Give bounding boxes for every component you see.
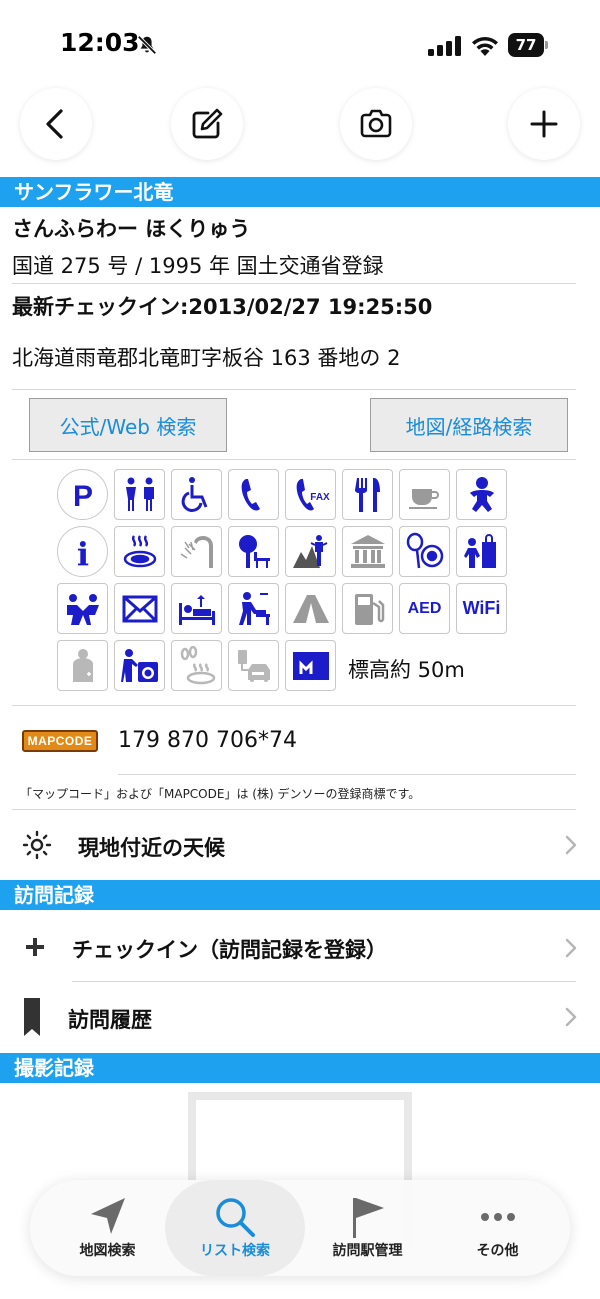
post-office-icon (114, 583, 165, 634)
last-checkin: 最新チェックイン:2013/02/27 19:25:50 (12, 295, 433, 319)
information-icon: i (57, 526, 108, 577)
location-arrow-icon (90, 1198, 125, 1234)
back-button[interactable] (20, 88, 92, 160)
elevation-text: 標高約 50m (348, 658, 465, 682)
chevron-right-icon (565, 835, 577, 855)
plus-icon (26, 938, 44, 956)
status-time: 12:03 (60, 28, 140, 57)
mapcode-value: 179 870 706*74 (118, 728, 297, 753)
parking-icon: P (57, 469, 108, 520)
tab-bar: 地図検索 リスト検索 訪問駅管理 その他 (30, 1180, 570, 1276)
flag-icon (352, 1198, 384, 1238)
svg-text:FAX: FAX (310, 492, 330, 503)
toolbar (0, 88, 600, 162)
laundry-icon (114, 640, 165, 691)
campground-icon (285, 583, 336, 634)
mapcode-logo: MAPCODE (22, 730, 98, 752)
visit-section-header: 訪問記録 (0, 880, 600, 910)
back-icon (46, 109, 63, 139)
battery-indicator: 77 (508, 33, 548, 57)
divider (12, 283, 576, 284)
station-name-bar: サンフラワー北竜 (0, 177, 600, 207)
sports-facility-icon (399, 526, 450, 577)
souvenir-shop-icon (456, 526, 507, 577)
ev-charger-icon (228, 640, 279, 691)
wifi-facility-icon: WiFi (456, 583, 507, 634)
add-button[interactable] (508, 88, 580, 160)
bookmark-icon (24, 998, 40, 1036)
visit-history-row[interactable]: 訪問履歴 (0, 984, 600, 1050)
restaurant-icon (342, 469, 393, 520)
study-room-icon (228, 583, 279, 634)
wheelchair-icon (171, 469, 222, 520)
rest-area-icon (57, 583, 108, 634)
status-bar: 12:03 77 (0, 0, 600, 90)
restroom-icon (114, 469, 165, 520)
map-route-search-button[interactable]: 地図/経路検索 (370, 398, 568, 452)
fax-icon: FAX (285, 469, 336, 520)
edit-icon (192, 108, 223, 139)
station-address: 北海道雨竜郡北竜町字板谷 163 番地の 2 (12, 346, 401, 370)
divider (72, 981, 576, 982)
museum-icon (342, 526, 393, 577)
park-icon (228, 526, 279, 577)
svg-text:i: i (76, 535, 88, 572)
aed-icon: AED (399, 583, 450, 634)
svg-text:P: P (72, 480, 92, 513)
wifi-icon (472, 36, 498, 56)
lodging-icon (171, 583, 222, 634)
checkin-row[interactable]: チェックイン（訪問記録を登録） (0, 912, 600, 980)
photo-section-header: 撮影記録 (0, 1053, 600, 1083)
tab-visit-management[interactable]: 訪問駅管理 (300, 1180, 435, 1276)
baby-room-icon (456, 469, 507, 520)
camera-button[interactable] (340, 88, 412, 160)
nursing-care-icon (57, 640, 108, 691)
battery-level: 77 (508, 33, 544, 57)
station-reading: さんふらわー ほくりゅう (12, 217, 251, 241)
divider (12, 809, 576, 810)
chevron-right-icon (565, 938, 577, 958)
weather-row[interactable]: 現地付近の天候 (0, 812, 600, 878)
station-route-info: 国道 275 号 / 1995 年 国土交通省登録 (12, 254, 384, 278)
divider (12, 459, 576, 460)
tab-map-search[interactable]: 地図検索 (40, 1180, 175, 1276)
tab-list-search[interactable]: リスト検索 (165, 1180, 305, 1276)
plus-icon (530, 110, 558, 138)
gas-station-icon (342, 583, 393, 634)
sun-icon (22, 830, 52, 860)
bell-off-icon (137, 35, 157, 55)
tab-other[interactable]: その他 (430, 1180, 565, 1276)
divider (118, 774, 576, 775)
divider (12, 705, 576, 706)
checkin-label: チェックイン（訪問記録を登録） (72, 938, 387, 962)
web-search-button[interactable]: 公式/Web 検索 (29, 398, 227, 452)
weather-label: 現地付近の天候 (78, 836, 225, 860)
hot-spring-icon (114, 526, 165, 577)
footbath-icon (171, 640, 222, 691)
visit-history-label: 訪問履歴 (68, 1008, 152, 1032)
mapcode-trademark-note: 「マップコード」および「MAPCODE」は (株) デンソーの登録商標です。 (20, 787, 421, 801)
telephone-icon (228, 469, 279, 520)
camera-icon (360, 109, 392, 138)
divider (12, 389, 576, 390)
shower-icon (171, 526, 222, 577)
cafe-icon (399, 469, 450, 520)
chevron-right-icon (565, 1007, 577, 1027)
mont-bell-icon (285, 640, 336, 691)
scenic-view-icon (285, 526, 336, 577)
signal-icon (428, 36, 461, 56)
search-icon (216, 1198, 255, 1237)
edit-button[interactable] (171, 88, 243, 160)
more-icon (480, 1213, 515, 1221)
